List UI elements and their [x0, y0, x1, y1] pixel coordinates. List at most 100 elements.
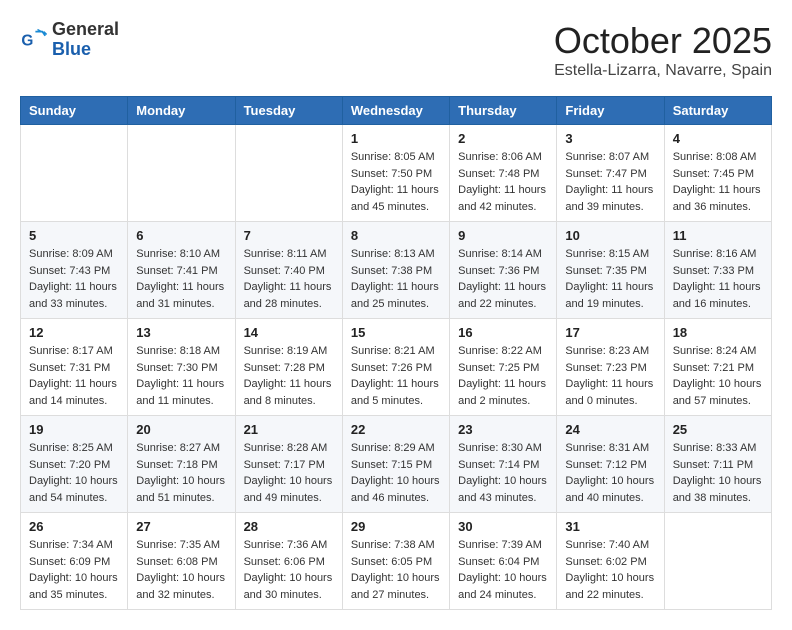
sunrise-text: Sunrise: 8:19 AM — [244, 345, 328, 357]
daylight-text: Daylight: 11 hours and 19 minutes. — [565, 281, 653, 310]
sunset-text: Sunset: 7:41 PM — [136, 265, 217, 277]
calendar-cell: 27 Sunrise: 7:35 AM Sunset: 6:08 PM Dayl… — [128, 513, 235, 610]
sunrise-text: Sunrise: 8:06 AM — [458, 151, 542, 163]
sunset-text: Sunset: 7:38 PM — [351, 265, 432, 277]
sunset-text: Sunset: 7:20 PM — [29, 459, 110, 471]
day-number: 1 — [351, 131, 441, 146]
day-number: 15 — [351, 325, 441, 340]
calendar-cell: 21 Sunrise: 8:28 AM Sunset: 7:17 PM Dayl… — [235, 416, 342, 513]
calendar-cell: 30 Sunrise: 7:39 AM Sunset: 6:04 PM Dayl… — [450, 513, 557, 610]
sunrise-text: Sunrise: 8:29 AM — [351, 442, 435, 454]
sunset-text: Sunset: 7:50 PM — [351, 168, 432, 180]
sunrise-text: Sunrise: 7:34 AM — [29, 539, 113, 551]
sunset-text: Sunset: 6:02 PM — [565, 556, 646, 568]
sunrise-text: Sunrise: 8:25 AM — [29, 442, 113, 454]
daylight-text: Daylight: 10 hours and 49 minutes. — [244, 475, 333, 504]
day-number: 21 — [244, 422, 334, 437]
day-info: Sunrise: 8:10 AM Sunset: 7:41 PM Dayligh… — [136, 246, 226, 312]
sunset-text: Sunset: 7:11 PM — [673, 459, 754, 471]
day-info: Sunrise: 8:07 AM Sunset: 7:47 PM Dayligh… — [565, 149, 655, 215]
sunrise-text: Sunrise: 8:18 AM — [136, 345, 220, 357]
calendar-cell — [664, 513, 771, 610]
day-info: Sunrise: 8:15 AM Sunset: 7:35 PM Dayligh… — [565, 246, 655, 312]
calendar-cell: 14 Sunrise: 8:19 AM Sunset: 7:28 PM Dayl… — [235, 319, 342, 416]
sunset-text: Sunset: 7:30 PM — [136, 362, 217, 374]
daylight-text: Daylight: 11 hours and 22 minutes. — [458, 281, 546, 310]
day-info: Sunrise: 8:21 AM Sunset: 7:26 PM Dayligh… — [351, 343, 441, 409]
daylight-text: Daylight: 11 hours and 31 minutes. — [136, 281, 224, 310]
sunset-text: Sunset: 7:17 PM — [244, 459, 325, 471]
calendar-cell: 23 Sunrise: 8:30 AM Sunset: 7:14 PM Dayl… — [450, 416, 557, 513]
sunset-text: Sunset: 6:09 PM — [29, 556, 110, 568]
sunset-text: Sunset: 7:45 PM — [673, 168, 754, 180]
day-number: 31 — [565, 519, 655, 534]
day-info: Sunrise: 8:27 AM Sunset: 7:18 PM Dayligh… — [136, 440, 226, 506]
day-info: Sunrise: 7:35 AM Sunset: 6:08 PM Dayligh… — [136, 537, 226, 603]
calendar-week-row: 1 Sunrise: 8:05 AM Sunset: 7:50 PM Dayli… — [21, 125, 772, 222]
day-number: 19 — [29, 422, 119, 437]
daylight-text: Daylight: 11 hours and 8 minutes. — [244, 378, 332, 407]
day-number: 8 — [351, 228, 441, 243]
sunset-text: Sunset: 7:35 PM — [565, 265, 646, 277]
sunrise-text: Sunrise: 8:11 AM — [244, 248, 327, 260]
daylight-text: Daylight: 11 hours and 14 minutes. — [29, 378, 117, 407]
weekday-header: Tuesday — [235, 97, 342, 125]
sunset-text: Sunset: 6:06 PM — [244, 556, 325, 568]
daylight-text: Daylight: 10 hours and 38 minutes. — [673, 475, 762, 504]
calendar-cell: 17 Sunrise: 8:23 AM Sunset: 7:23 PM Dayl… — [557, 319, 664, 416]
daylight-text: Daylight: 10 hours and 30 minutes. — [244, 572, 333, 601]
day-number: 14 — [244, 325, 334, 340]
sunset-text: Sunset: 7:48 PM — [458, 168, 539, 180]
day-info: Sunrise: 8:05 AM Sunset: 7:50 PM Dayligh… — [351, 149, 441, 215]
day-info: Sunrise: 8:33 AM Sunset: 7:11 PM Dayligh… — [673, 440, 763, 506]
sunrise-text: Sunrise: 8:17 AM — [29, 345, 113, 357]
day-info: Sunrise: 8:24 AM Sunset: 7:21 PM Dayligh… — [673, 343, 763, 409]
sunset-text: Sunset: 7:23 PM — [565, 362, 646, 374]
day-number: 2 — [458, 131, 548, 146]
day-number: 4 — [673, 131, 763, 146]
sunset-text: Sunset: 7:21 PM — [673, 362, 754, 374]
daylight-text: Daylight: 10 hours and 22 minutes. — [565, 572, 654, 601]
day-info: Sunrise: 8:29 AM Sunset: 7:15 PM Dayligh… — [351, 440, 441, 506]
day-info: Sunrise: 8:22 AM Sunset: 7:25 PM Dayligh… — [458, 343, 548, 409]
day-info: Sunrise: 7:39 AM Sunset: 6:04 PM Dayligh… — [458, 537, 548, 603]
sunset-text: Sunset: 7:26 PM — [351, 362, 432, 374]
day-info: Sunrise: 7:38 AM Sunset: 6:05 PM Dayligh… — [351, 537, 441, 603]
daylight-text: Daylight: 11 hours and 25 minutes. — [351, 281, 439, 310]
sunset-text: Sunset: 7:12 PM — [565, 459, 646, 471]
calendar-cell: 28 Sunrise: 7:36 AM Sunset: 6:06 PM Dayl… — [235, 513, 342, 610]
weekday-header: Wednesday — [342, 97, 449, 125]
weekday-header: Friday — [557, 97, 664, 125]
day-number: 7 — [244, 228, 334, 243]
sunrise-text: Sunrise: 8:22 AM — [458, 345, 542, 357]
sunrise-text: Sunrise: 7:40 AM — [565, 539, 649, 551]
day-number: 9 — [458, 228, 548, 243]
day-number: 28 — [244, 519, 334, 534]
day-number: 3 — [565, 131, 655, 146]
sunrise-text: Sunrise: 7:38 AM — [351, 539, 435, 551]
calendar-cell: 2 Sunrise: 8:06 AM Sunset: 7:48 PM Dayli… — [450, 125, 557, 222]
calendar-cell: 26 Sunrise: 7:34 AM Sunset: 6:09 PM Dayl… — [21, 513, 128, 610]
sunset-text: Sunset: 7:40 PM — [244, 265, 325, 277]
weekday-header: Saturday — [664, 97, 771, 125]
calendar-cell: 8 Sunrise: 8:13 AM Sunset: 7:38 PM Dayli… — [342, 222, 449, 319]
logo-general: General — [52, 20, 119, 40]
calendar-cell: 1 Sunrise: 8:05 AM Sunset: 7:50 PM Dayli… — [342, 125, 449, 222]
day-number: 17 — [565, 325, 655, 340]
sunrise-text: Sunrise: 8:23 AM — [565, 345, 649, 357]
daylight-text: Daylight: 11 hours and 11 minutes. — [136, 378, 224, 407]
day-info: Sunrise: 8:13 AM Sunset: 7:38 PM Dayligh… — [351, 246, 441, 312]
sunset-text: Sunset: 7:36 PM — [458, 265, 539, 277]
calendar-cell — [235, 125, 342, 222]
logo-text: General Blue — [52, 20, 119, 60]
calendar-cell: 6 Sunrise: 8:10 AM Sunset: 7:41 PM Dayli… — [128, 222, 235, 319]
day-number: 10 — [565, 228, 655, 243]
sunrise-text: Sunrise: 8:13 AM — [351, 248, 435, 260]
sunrise-text: Sunrise: 8:27 AM — [136, 442, 220, 454]
day-info: Sunrise: 8:28 AM Sunset: 7:17 PM Dayligh… — [244, 440, 334, 506]
daylight-text: Daylight: 11 hours and 5 minutes. — [351, 378, 439, 407]
calendar-week-row: 12 Sunrise: 8:17 AM Sunset: 7:31 PM Dayl… — [21, 319, 772, 416]
sunrise-text: Sunrise: 8:28 AM — [244, 442, 328, 454]
daylight-text: Daylight: 11 hours and 0 minutes. — [565, 378, 653, 407]
sunset-text: Sunset: 7:15 PM — [351, 459, 432, 471]
